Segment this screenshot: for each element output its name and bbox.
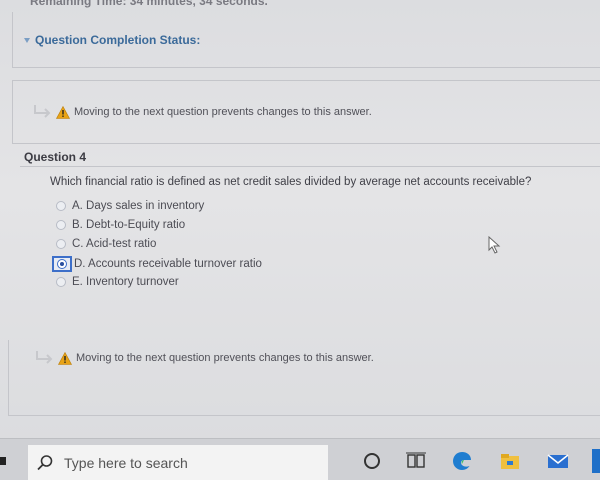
search-icon: [37, 455, 53, 471]
option-e-label: E. Inventory turnover: [72, 276, 179, 288]
radio-button-c[interactable]: [56, 239, 66, 249]
option-c[interactable]: C. Acid-test ratio: [56, 238, 156, 250]
option-c-label: C. Acid-test ratio: [72, 238, 157, 250]
option-b-label: B. Debt-to-Equity ratio: [72, 219, 186, 231]
radio-button-d[interactable]: [57, 259, 67, 269]
question-text: Which financial ratio is defined as net …: [50, 176, 532, 188]
question-title: Question 4: [24, 150, 87, 164]
screen: Remaining Time: 34 minutes, 34 seconds. …: [0, 0, 600, 480]
option-a[interactable]: A. Days sales in inventory: [56, 200, 204, 212]
question-completion-status[interactable]: Question Completion Status:: [24, 33, 200, 47]
cortana-icon[interactable]: [360, 449, 384, 473]
search-input[interactable]: [62, 454, 306, 472]
mouse-pointer-icon: [488, 236, 501, 254]
option-b[interactable]: B. Debt-to-Equity ratio: [56, 219, 185, 231]
remaining-time: Remaining Time: 34 minutes, 34 seconds.: [30, 0, 268, 8]
warning-row-top: Moving to the next question prevents cha…: [32, 104, 372, 120]
start-button-icon[interactable]: [0, 457, 6, 465]
option-a-label: A. Days sales in inventory: [72, 200, 205, 212]
radio-button-e[interactable]: [56, 277, 66, 287]
taskbar-search[interactable]: [28, 445, 328, 480]
taskbar: [0, 438, 600, 480]
option-e[interactable]: E. Inventory turnover: [56, 276, 179, 288]
mail-icon[interactable]: [546, 449, 570, 473]
question-divider: [20, 166, 600, 167]
warning-text-bottom: Moving to the next question prevents cha…: [76, 352, 374, 364]
task-view-icon[interactable]: [404, 449, 428, 473]
truncated-app-icon[interactable]: [592, 449, 600, 473]
return-arrow-icon: [36, 351, 53, 364]
status-label: Question Completion Status:: [35, 33, 201, 47]
radio-button-a[interactable]: [56, 201, 66, 211]
edge-icon[interactable]: [450, 449, 474, 473]
warning-row-bottom: Moving to the next question prevents cha…: [34, 350, 374, 366]
radio-button-b[interactable]: [56, 220, 66, 230]
collapse-triangle-icon: [24, 37, 30, 43]
warning-icon: [56, 105, 70, 119]
return-arrow-icon: [34, 105, 51, 118]
warning-text-top: Moving to the next question prevents cha…: [74, 106, 372, 118]
file-explorer-icon[interactable]: [498, 449, 522, 473]
option-d-label: D. Accounts receivable turnover ratio: [74, 258, 262, 270]
radio-focus-box[interactable]: [52, 256, 72, 272]
option-d[interactable]: D. Accounts receivable turnover ratio: [52, 256, 262, 272]
warning-icon: [58, 351, 72, 365]
